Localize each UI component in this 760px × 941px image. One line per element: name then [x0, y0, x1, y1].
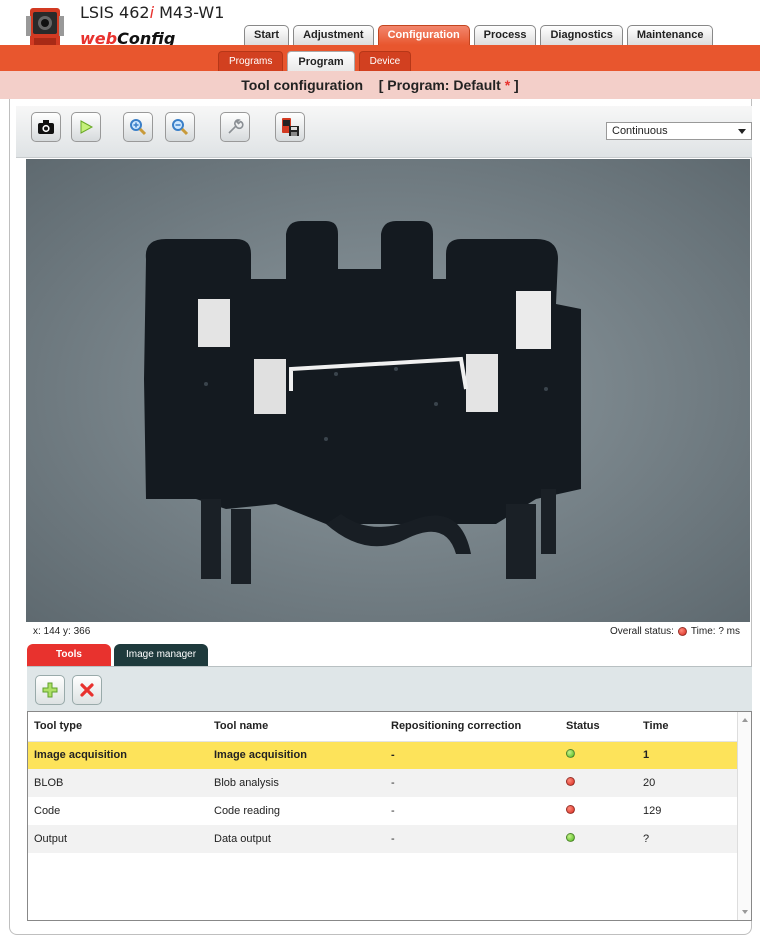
tab-adjustment[interactable]: Adjustment [293, 25, 374, 45]
add-tool-button[interactable] [35, 675, 65, 705]
cell-repositioning: - [385, 825, 560, 853]
subtab-programs[interactable]: Programs [218, 51, 284, 71]
main-navigation-tabs: Start Adjustment Configuration Process D… [244, 25, 714, 45]
tool-panel-tabs: Tools Image manager [27, 644, 209, 666]
subtab-device[interactable]: Device [358, 51, 412, 71]
save-to-device-icon [282, 118, 299, 136]
status-error-indicator [566, 805, 575, 814]
cell-tool-name: Code reading [214, 805, 281, 817]
cell-tool-type: BLOB [28, 769, 208, 797]
page-title: Tool configuration [ Program: Default * … [0, 71, 760, 99]
table-scrollbar[interactable] [737, 712, 751, 920]
tab-tools[interactable]: Tools [27, 644, 111, 666]
scroll-down-icon[interactable] [742, 910, 748, 914]
cell-tool-name: Blob analysis [208, 769, 385, 797]
table-row[interactable]: BLOB Blob analysis - 20 [28, 769, 738, 797]
cell-status [560, 797, 637, 825]
camera-icon [38, 120, 54, 134]
plus-icon [42, 682, 58, 698]
status-ok-indicator [566, 833, 575, 842]
acquisition-mode-select[interactable]: Continuous [606, 122, 752, 140]
zoom-out-button[interactable] [165, 112, 195, 142]
table-header-row: Tool type Tool name Repositioning correc… [28, 712, 738, 742]
tab-maintenance[interactable]: Maintenance [626, 25, 714, 45]
camera-image [26, 159, 750, 622]
camera-button[interactable] [31, 112, 61, 142]
wrench-icon [228, 119, 244, 134]
product-title: LSIS 462i M43-W1 [80, 3, 225, 22]
cell-time: ? [637, 825, 738, 853]
cell-repositioning: - [391, 805, 395, 817]
cell-status [560, 825, 637, 853]
cell-tool-type: Image acquisition [28, 741, 208, 769]
column-tool-type[interactable]: Tool type [28, 712, 208, 742]
overall-status-label: Overall status: [610, 626, 674, 637]
cell-repositioning: - [385, 741, 560, 769]
table-row[interactable]: Output Data output - ? [28, 825, 738, 853]
cell-tool-name: Image acquisition [208, 741, 385, 769]
tools-table: Tool type Tool name Repositioning correc… [27, 711, 752, 921]
cursor-coordinates: x: 144 y: 366 [33, 626, 91, 637]
cell-time: 129 [643, 805, 662, 817]
zoom-in-button[interactable] [123, 112, 153, 142]
cell-status [560, 741, 637, 769]
settings-button[interactable] [220, 112, 250, 142]
overall-status: Overall status: Time: ? ms [610, 626, 740, 637]
column-time[interactable]: Time [637, 712, 738, 742]
tab-diagnostics[interactable]: Diagnostics [540, 25, 623, 45]
close-icon [80, 683, 94, 697]
status-ok-indicator [566, 749, 575, 759]
status-error-indicator [566, 777, 575, 786]
zoom-out-icon [172, 119, 189, 136]
save-to-device-button[interactable] [275, 112, 305, 142]
table-row[interactable]: Image acquisition Image acquisition - 1 [28, 741, 738, 769]
column-tool-name[interactable]: Tool name [208, 712, 385, 742]
program-indicator: [ Program: Default * ] [378, 77, 519, 93]
scroll-up-icon[interactable] [742, 718, 748, 722]
play-button[interactable] [71, 112, 101, 142]
zoom-in-icon [130, 119, 147, 136]
camera-image-view[interactable] [26, 159, 750, 622]
cell-repositioning: - [385, 769, 560, 797]
cell-tool-type: Output [28, 825, 208, 853]
tab-start[interactable]: Start [244, 25, 290, 45]
overall-status-indicator [677, 627, 687, 636]
tab-process[interactable]: Process [473, 25, 537, 45]
processing-time: Time: ? ms [690, 626, 740, 637]
cell-time: 1 [637, 741, 738, 769]
subtab-program[interactable]: Program [287, 51, 355, 71]
column-status[interactable]: Status [560, 712, 637, 742]
sub-navigation-tabs: Programs Program Device [218, 51, 412, 71]
cell-status [560, 769, 637, 797]
cell-time: 20 [637, 769, 738, 797]
page-title-text: Tool configuration [241, 77, 364, 93]
tab-configuration[interactable]: Configuration [377, 25, 470, 45]
cell-tool-type: Code [34, 805, 61, 817]
tab-image-manager[interactable]: Image manager [114, 644, 209, 666]
cell-tool-name: Data output [208, 825, 385, 853]
table-row[interactable]: Code Code reading - 129 [28, 797, 738, 825]
delete-tool-button[interactable] [72, 675, 102, 705]
column-repositioning[interactable]: Repositioning correction [385, 712, 560, 742]
play-icon [80, 120, 94, 134]
chevron-down-icon [738, 129, 746, 134]
tools-toolbar [27, 666, 752, 711]
